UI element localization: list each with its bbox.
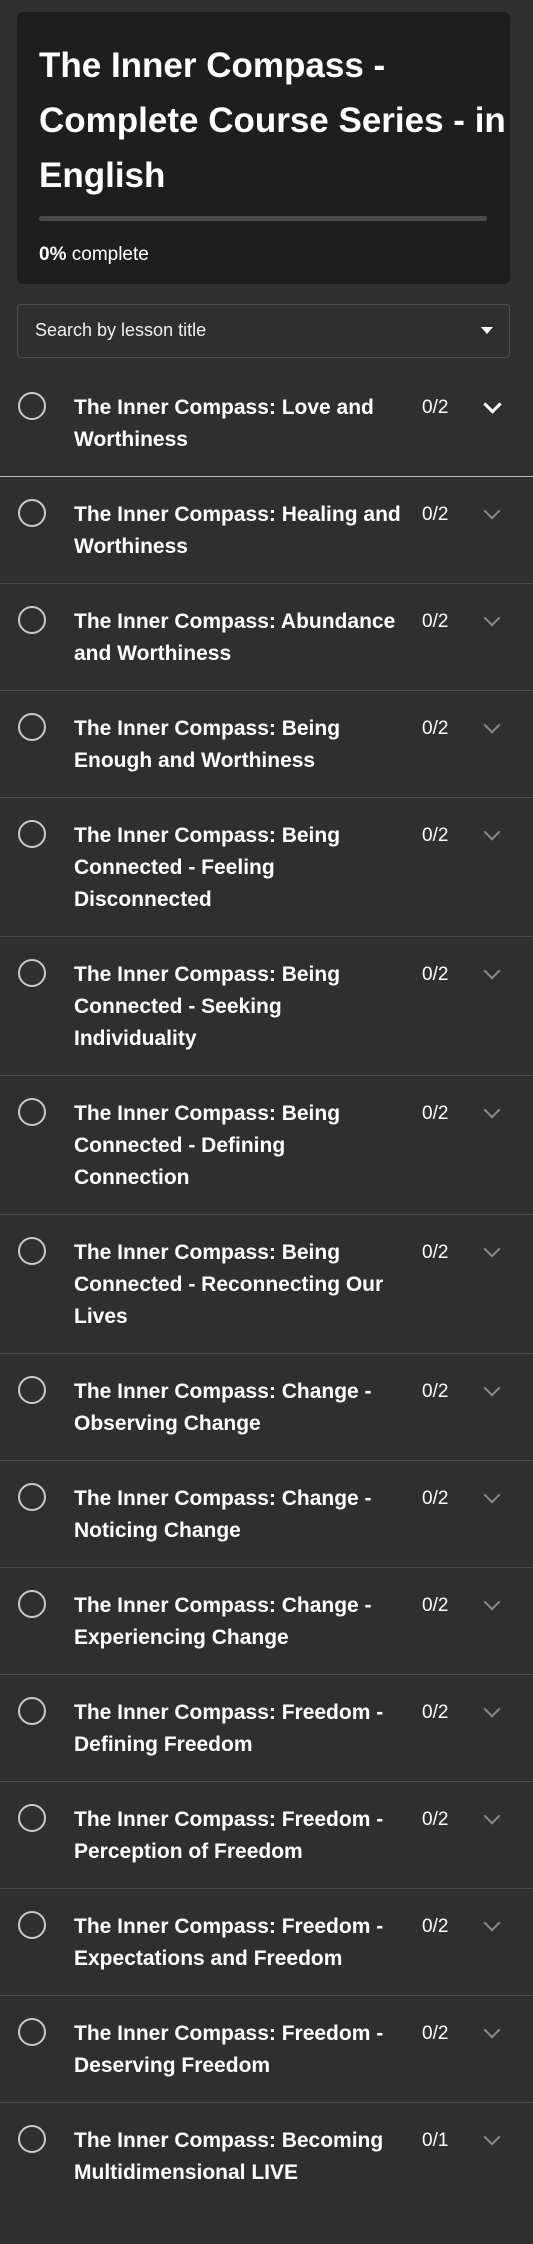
chevron-down-icon[interactable] bbox=[483, 609, 501, 627]
empty-circle-icon bbox=[18, 1804, 46, 1832]
empty-circle-icon bbox=[18, 820, 46, 848]
lesson-title: The Inner Compass: Freedom - Deserving F… bbox=[74, 2022, 384, 2077]
lesson-title: The Inner Compass: Being Connected - Fee… bbox=[74, 824, 341, 911]
lesson-title: The Inner Compass: Freedom - Expectation… bbox=[74, 1915, 384, 1970]
empty-circle-icon bbox=[18, 1483, 46, 1511]
lesson-title: The Inner Compass: Change - Experiencing… bbox=[74, 1594, 372, 1649]
empty-circle-icon bbox=[18, 1237, 46, 1265]
lesson-progress-count: 0/2 bbox=[422, 2023, 449, 2044]
course-title: The Inner Compass - Complete Course Seri… bbox=[39, 46, 506, 195]
lesson-row[interactable]: The Inner Compass: Being Enough and Wort… bbox=[0, 690, 533, 797]
lesson-title: The Inner Compass: Change - Observing Ch… bbox=[74, 1380, 372, 1435]
chevron-down-icon[interactable] bbox=[483, 2128, 501, 2146]
course-header: The Inner Compass - Complete Course Seri… bbox=[17, 12, 510, 284]
lesson-search-select[interactable]: Search by lesson title bbox=[17, 304, 510, 358]
lesson-title: The Inner Compass: Abundance and Worthin… bbox=[74, 610, 396, 665]
lesson-title: The Inner Compass: Being Enough and Wort… bbox=[74, 717, 341, 772]
lesson-progress-count: 0/2 bbox=[422, 1242, 449, 1263]
lesson-progress-count: 0/2 bbox=[422, 1381, 449, 1402]
lesson-title: The Inner Compass: Freedom - Defining Fr… bbox=[74, 1701, 384, 1756]
lesson-title: The Inner Compass: Being Connected - Def… bbox=[74, 1102, 341, 1189]
empty-circle-icon bbox=[18, 1697, 46, 1725]
chevron-down-icon[interactable] bbox=[483, 502, 501, 520]
lesson-row[interactable]: The Inner Compass: Being Connected - Fee… bbox=[0, 797, 533, 936]
lesson-row[interactable]: The Inner Compass: Being Connected - Rec… bbox=[0, 1214, 533, 1353]
lesson-progress-count: 0/2 bbox=[422, 825, 449, 846]
empty-circle-icon bbox=[18, 2018, 46, 2046]
progress-label: complete bbox=[71, 244, 149, 265]
chevron-down-icon[interactable] bbox=[483, 395, 502, 414]
lesson-row[interactable]: The Inner Compass: Love and Worthiness 0/… bbox=[0, 370, 533, 477]
lesson-progress-count: 0/2 bbox=[422, 964, 449, 985]
progress-bar bbox=[39, 216, 487, 221]
chevron-down-icon[interactable] bbox=[483, 823, 501, 841]
chevron-down-icon[interactable] bbox=[483, 1700, 501, 1718]
caret-down-icon bbox=[481, 327, 493, 334]
lesson-row[interactable]: The Inner Compass: Freedom - Deserving F… bbox=[0, 1995, 533, 2102]
lesson-row[interactable]: The Inner Compass: Becoming Multidimensi… bbox=[0, 2102, 533, 2209]
empty-circle-icon bbox=[18, 1911, 46, 1939]
lesson-progress-count: 0/2 bbox=[422, 611, 449, 632]
empty-circle-icon bbox=[18, 1590, 46, 1618]
lesson-progress-count: 0/2 bbox=[422, 1916, 449, 1937]
lesson-row[interactable]: The Inner Compass: Being Connected - See… bbox=[0, 936, 533, 1075]
lesson-progress-count: 0/2 bbox=[422, 1702, 449, 1723]
lesson-progress-count: 0/2 bbox=[422, 397, 449, 418]
lesson-row[interactable]: The Inner Compass: Freedom - Perception … bbox=[0, 1781, 533, 1888]
chevron-down-icon[interactable] bbox=[483, 716, 501, 734]
lesson-title: The Inner Compass: Love and Worthiness bbox=[74, 396, 374, 451]
lesson-progress-count: 0/2 bbox=[422, 1595, 449, 1616]
lesson-row[interactable]: The Inner Compass: Change - Observing Ch… bbox=[0, 1353, 533, 1460]
empty-circle-icon bbox=[18, 606, 46, 634]
empty-circle-icon bbox=[18, 499, 46, 527]
lesson-title: The Inner Compass: Freedom - Perception … bbox=[74, 1808, 384, 1863]
lesson-progress-count: 0/1 bbox=[422, 2130, 449, 2151]
lesson-row[interactable]: The Inner Compass: Being Connected - Def… bbox=[0, 1075, 533, 1214]
chevron-down-icon[interactable] bbox=[483, 1807, 501, 1825]
lesson-progress-count: 0/2 bbox=[422, 1103, 449, 1124]
empty-circle-icon bbox=[18, 713, 46, 741]
lesson-list: The Inner Compass: Love and Worthiness 0/… bbox=[0, 370, 533, 2209]
lesson-title: The Inner Compass: Being Connected - See… bbox=[74, 963, 341, 1050]
lesson-row[interactable]: The Inner Compass: Healing and Worthines… bbox=[0, 477, 533, 583]
chevron-down-icon[interactable] bbox=[483, 1914, 501, 1932]
lesson-row[interactable]: The Inner Compass: Change - Experiencing… bbox=[0, 1567, 533, 1674]
lesson-progress-count: 0/2 bbox=[422, 718, 449, 739]
lesson-row[interactable]: The Inner Compass: Freedom - Expectation… bbox=[0, 1888, 533, 1995]
empty-circle-icon bbox=[18, 1098, 46, 1126]
chevron-down-icon[interactable] bbox=[483, 1240, 501, 1258]
lesson-row[interactable]: The Inner Compass: Change - Noticing Cha… bbox=[0, 1460, 533, 1567]
lesson-title: The Inner Compass: Change - Noticing Cha… bbox=[74, 1487, 372, 1542]
chevron-down-icon[interactable] bbox=[483, 1101, 501, 1119]
lesson-progress-count: 0/2 bbox=[422, 504, 449, 525]
chevron-down-icon[interactable] bbox=[483, 962, 501, 980]
lesson-title: The Inner Compass: Being Connected - Rec… bbox=[74, 1241, 384, 1328]
lesson-title: The Inner Compass: Becoming Multidimensi… bbox=[74, 2129, 384, 2184]
empty-circle-icon bbox=[18, 392, 46, 420]
empty-circle-icon bbox=[18, 2125, 46, 2153]
lesson-row[interactable]: The Inner Compass: Abundance and Worthin… bbox=[0, 583, 533, 690]
progress-percent: 0% bbox=[39, 244, 67, 265]
search-placeholder: Search by lesson title bbox=[35, 320, 207, 340]
lesson-progress-count: 0/2 bbox=[422, 1488, 449, 1509]
lesson-row[interactable]: The Inner Compass: Freedom - Defining Fr… bbox=[0, 1674, 533, 1781]
progress-text: 0% complete bbox=[39, 244, 149, 266]
chevron-down-icon[interactable] bbox=[483, 1486, 501, 1504]
lesson-title: The Inner Compass: Healing and Worthines… bbox=[74, 503, 401, 558]
chevron-down-icon[interactable] bbox=[483, 2021, 501, 2039]
lesson-progress-count: 0/2 bbox=[422, 1809, 449, 1830]
empty-circle-icon bbox=[18, 959, 46, 987]
chevron-down-icon[interactable] bbox=[483, 1379, 501, 1397]
empty-circle-icon bbox=[18, 1376, 46, 1404]
chevron-down-icon[interactable] bbox=[483, 1593, 501, 1611]
course-sidebar: The Inner Compass - Complete Course Seri… bbox=[0, 0, 533, 2244]
